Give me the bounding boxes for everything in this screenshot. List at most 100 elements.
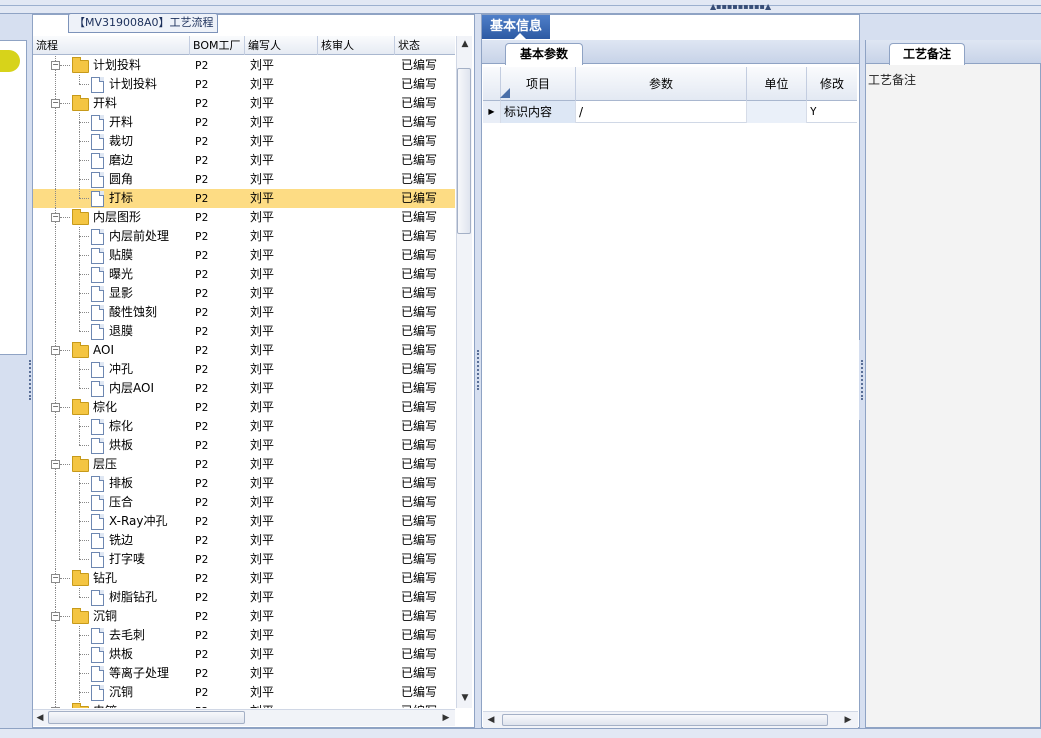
bom-factory-cell: P2: [195, 59, 209, 72]
tree-step-row[interactable]: 内层前处理 P2 刘平 已编写: [33, 227, 455, 246]
document-icon: [91, 267, 104, 283]
tree-step-row[interactable]: 打标 P2 刘平 已编写: [33, 189, 455, 208]
params-grid-row[interactable]: ▶ 标识内容 / Y: [483, 101, 857, 123]
scroll-down-arrow-icon[interactable]: ▼: [459, 692, 471, 704]
scroll-right-arrow-icon[interactable]: ▶: [441, 712, 451, 724]
tree-step-row[interactable]: 打字唛 P2 刘平 已编写: [33, 550, 455, 569]
collapse-toggle-icon[interactable]: −: [51, 61, 60, 70]
tree-step-row[interactable]: X-Ray冲孔 P2 刘平 已编写: [33, 512, 455, 531]
tree-group-row[interactable]: − 计划投料 P2 刘平 已编写: [33, 56, 455, 75]
column-header-bom-factory[interactable]: BOM工厂: [190, 36, 245, 55]
scroll-left-arrow-icon[interactable]: ◀: [35, 712, 45, 724]
tree-step-row[interactable]: 烘板 P2 刘平 已编写: [33, 436, 455, 455]
column-header-flow[interactable]: 流程: [33, 36, 190, 55]
scroll-up-arrow-icon[interactable]: ▲: [459, 38, 471, 50]
collapse-toggle-icon[interactable]: −: [51, 612, 60, 621]
column-header-writer[interactable]: 编写人: [245, 36, 318, 55]
tree-guide-line: [79, 673, 89, 674]
bom-factory-cell: P2: [195, 287, 209, 300]
scroll-right-arrow-icon[interactable]: ▶: [843, 714, 853, 726]
tree-step-row[interactable]: 排板 P2 刘平 已编写: [33, 474, 455, 493]
column-header-status[interactable]: 状态: [395, 36, 455, 55]
tree-step-row[interactable]: 显影 P2 刘平 已编写: [33, 284, 455, 303]
collapse-toggle-icon[interactable]: −: [51, 213, 60, 222]
tree-guide-line: [55, 303, 56, 322]
bom-factory-cell: P2: [195, 458, 209, 471]
bom-factory-cell: P2: [195, 268, 209, 281]
collapse-toggle-icon[interactable]: −: [51, 403, 60, 412]
tree-step-row[interactable]: 开料 P2 刘平 已编写: [33, 113, 455, 132]
left-collapsed-panel[interactable]: [0, 40, 27, 355]
collapse-toggle-icon[interactable]: −: [51, 99, 60, 108]
collapse-toggle-icon[interactable]: −: [51, 707, 60, 708]
writer-cell: 刘平: [250, 590, 275, 604]
tree-horizontal-scroll-thumb[interactable]: [48, 711, 245, 724]
reviewer-cell: [321, 493, 397, 512]
tree-step-row[interactable]: 棕化 P2 刘平 已编写: [33, 417, 455, 436]
tree-node-label: 冲孔: [109, 362, 134, 376]
tree-step-row[interactable]: 曝光 P2 刘平 已编写: [33, 265, 455, 284]
tree-node-label: 裁切: [109, 134, 134, 148]
document-icon: [91, 362, 104, 378]
column-header-reviewer[interactable]: 核审人: [318, 36, 395, 55]
tree-step-row[interactable]: 贴膜 P2 刘平 已编写: [33, 246, 455, 265]
tree-guide-line: [55, 550, 56, 569]
tree-guide-line: [55, 417, 56, 436]
column-header-item[interactable]: 项目: [501, 67, 576, 101]
top-splitter-grip[interactable]: ▲▪▪▪▪▪▪▪▪▪▲: [710, 3, 771, 11]
status-cell: 已编写: [401, 229, 438, 243]
tree-group-row[interactable]: − 层压 P2 刘平 已编写: [33, 455, 455, 474]
tree-group-row[interactable]: − 棕化 P2 刘平 已编写: [33, 398, 455, 417]
row-selector-header: [483, 67, 501, 101]
document-icon: [91, 476, 104, 492]
grid-cell-param[interactable]: /: [576, 101, 747, 123]
tree-step-row[interactable]: 烘板 P2 刘平 已编写: [33, 645, 455, 664]
writer-cell: 刘平: [250, 514, 275, 528]
tree-node-label: 开料: [93, 96, 118, 110]
process-flow-title-tab[interactable]: 【MV319008A0】工艺流程: [68, 13, 218, 33]
tree-step-row[interactable]: 酸性蚀刻 P2 刘平 已编写: [33, 303, 455, 322]
tree-step-row[interactable]: 计划投料 P2 刘平 已编写: [33, 75, 455, 94]
tree-step-row[interactable]: 退膜 P2 刘平 已编写: [33, 322, 455, 341]
tree-group-row[interactable]: − AOI P2 刘平 已编写: [33, 341, 455, 360]
tree-step-row[interactable]: 压合 P2 刘平 已编写: [33, 493, 455, 512]
tree-group-row[interactable]: − 内层图形 P2 刘平 已编写: [33, 208, 455, 227]
reviewer-cell: [321, 550, 397, 569]
tree-group-row[interactable]: − 开料 P2 刘平 已编写: [33, 94, 455, 113]
tree-step-row[interactable]: 等离子处理 P2 刘平 已编写: [33, 664, 455, 683]
grid-cell-modify[interactable]: Y: [807, 101, 857, 123]
grid-cell-unit[interactable]: [747, 101, 807, 123]
params-horizontal-scroll-thumb[interactable]: [502, 714, 828, 726]
reviewer-cell: [321, 702, 397, 708]
tree-group-row[interactable]: − 钻孔 P2 刘平 已编写: [33, 569, 455, 588]
tree-step-row[interactable]: 沉铜 P2 刘平 已编写: [33, 683, 455, 702]
tree-step-row[interactable]: 裁切 P2 刘平 已编写: [33, 132, 455, 151]
tree-step-row[interactable]: 圆角 P2 刘平 已编写: [33, 170, 455, 189]
writer-cell: 刘平: [250, 628, 275, 642]
tab-basic-params[interactable]: 基本参数: [505, 43, 583, 65]
tree-step-row[interactable]: 磨边 P2 刘平 已编写: [33, 151, 455, 170]
tree-node-label: 贴膜: [109, 248, 134, 262]
collapse-toggle-icon[interactable]: −: [51, 346, 60, 355]
tree-group-row[interactable]: − 电镀 P2刘平 已编写: [33, 702, 455, 708]
tree-group-row[interactable]: − 沉铜 P2 刘平 已编写: [33, 607, 455, 626]
column-header-param[interactable]: 参数: [576, 67, 747, 101]
tree-guide-line: [79, 75, 80, 84]
scroll-left-arrow-icon[interactable]: ◀: [486, 714, 496, 726]
reviewer-cell: [321, 607, 397, 626]
tab-process-notes[interactable]: 工艺备注: [889, 43, 965, 65]
column-header-unit[interactable]: 单位: [747, 67, 807, 101]
document-icon: [91, 248, 104, 264]
tree-step-row[interactable]: 铣边 P2 刘平 已编写: [33, 531, 455, 550]
collapse-toggle-icon[interactable]: −: [51, 460, 60, 469]
document-icon: [91, 552, 104, 568]
column-header-modify[interactable]: 修改: [807, 67, 857, 101]
tree-step-row[interactable]: 冲孔 P2 刘平 已编写: [33, 360, 455, 379]
collapse-toggle-icon[interactable]: −: [51, 574, 60, 583]
tree-step-row[interactable]: 树脂钻孔 P2 刘平 已编写: [33, 588, 455, 607]
grid-cell-item[interactable]: 标识内容: [501, 101, 576, 123]
tree-step-row[interactable]: 去毛刺 P2 刘平 已编写: [33, 626, 455, 645]
tree-node-label: 圆角: [109, 172, 134, 186]
tree-vertical-scroll-thumb[interactable]: [457, 68, 471, 234]
tree-step-row[interactable]: 内层AOI P2 刘平 已编写: [33, 379, 455, 398]
